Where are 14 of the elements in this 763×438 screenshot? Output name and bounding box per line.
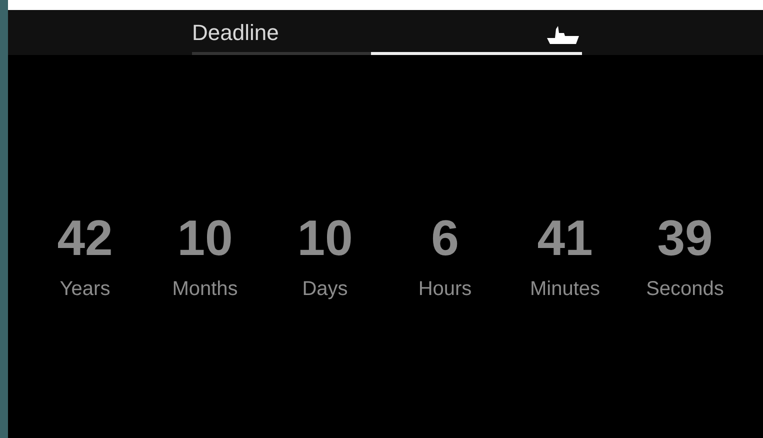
countdown-unit: Seconds bbox=[646, 278, 724, 301]
countdown-value: 42 bbox=[57, 210, 113, 266]
countdown-unit: Hours bbox=[418, 278, 472, 301]
countdown-value: 41 bbox=[537, 210, 593, 266]
countdown-value: 6 bbox=[431, 210, 459, 266]
countdown-unit: Days bbox=[302, 278, 348, 301]
countdown-unit: Months bbox=[172, 278, 238, 301]
countdown-unit: Minutes bbox=[530, 278, 600, 301]
countdown-value: 10 bbox=[177, 210, 233, 266]
ship-icon bbox=[546, 24, 580, 46]
countdown-unit: Years bbox=[60, 278, 110, 301]
deadline-title: Deadline bbox=[192, 20, 279, 46]
countdown-value: 10 bbox=[297, 210, 353, 266]
countdown-value: 39 bbox=[657, 210, 713, 266]
